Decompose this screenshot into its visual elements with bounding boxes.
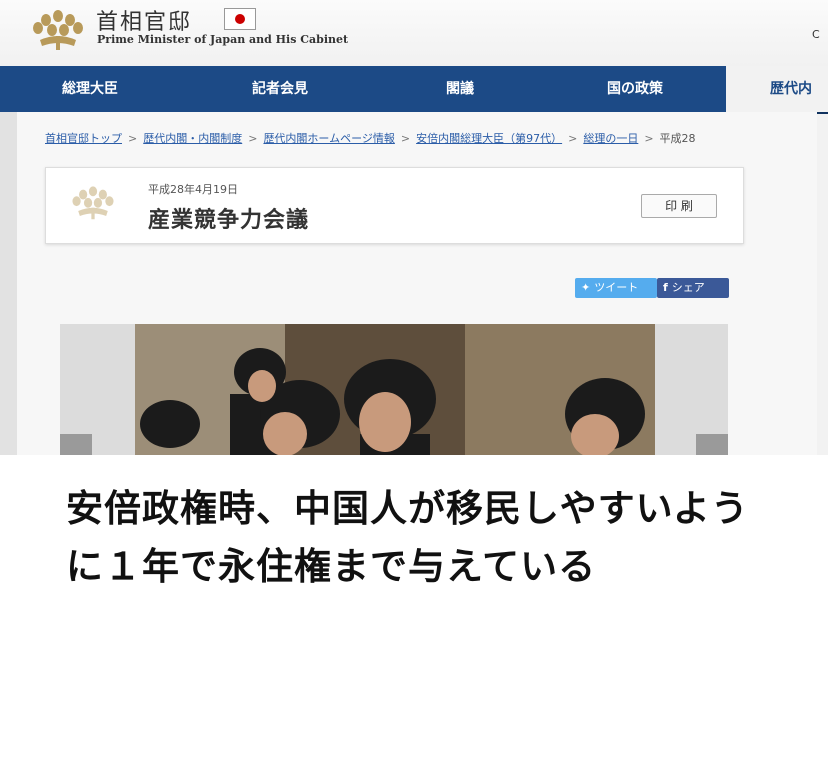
nav-item-past-cabinets[interactable]: 歴代内 xyxy=(726,66,828,112)
website-screenshot: 首相官邸 Prime Minister of Japan and His Cab… xyxy=(0,0,828,455)
meeting-photo xyxy=(135,324,655,455)
left-page-edge xyxy=(0,112,17,455)
nav-item-prime-minister[interactable]: 総理大臣 xyxy=(0,66,180,112)
breadcrumb-separator: > xyxy=(400,132,411,145)
breadcrumb-separator: > xyxy=(644,132,654,145)
breadcrumb-separator: > xyxy=(568,132,578,145)
article-date: 平成28年4月19日 xyxy=(148,183,238,196)
nav-item-cabinet-meeting[interactable]: 閣議 xyxy=(370,66,550,112)
nav-item-press-conference[interactable]: 記者会見 xyxy=(190,66,370,112)
carousel-prev-arrow[interactable] xyxy=(60,434,92,455)
breadcrumb-item-homepage-info[interactable]: 歴代内閣ホームページ情報 xyxy=(263,132,394,145)
government-seal-logo xyxy=(33,10,83,50)
print-button[interactable]: 印 刷 xyxy=(641,194,717,218)
breadcrumb-separator: > xyxy=(128,132,138,145)
twitter-bird-icon: ✦ xyxy=(581,281,591,294)
facebook-share-button[interactable]: f シェア xyxy=(657,278,729,298)
site-header: 首相官邸 Prime Minister of Japan and His Cab… xyxy=(0,0,828,66)
facebook-f-icon: f xyxy=(663,281,668,294)
site-subtitle: Prime Minister of Japan and His Cabinet xyxy=(97,33,349,46)
tweet-label: ツイート xyxy=(594,281,639,294)
government-seal-icon xyxy=(72,186,114,220)
breadcrumb-item-pm-day[interactable]: 総理の一日 xyxy=(583,132,638,145)
breadcrumb-item-top[interactable]: 首相官邸トップ xyxy=(45,132,122,145)
breadcrumb-item-abe-cabinet[interactable]: 安倍内閣総理大臣（第97代） xyxy=(416,132,562,145)
overlay-caption: 安倍政権時、中国人が移民しやすいように１年で永住権まで与えている xyxy=(66,487,749,588)
carousel-next-arrow[interactable] xyxy=(696,434,728,455)
japan-flag-icon xyxy=(224,8,256,30)
tweet-button[interactable]: ✦ ツイート xyxy=(575,278,657,298)
breadcrumb-separator: > xyxy=(248,132,258,145)
breadcrumb: 首相官邸トップ > 歴代内閣・内閣制度 > 歴代内閣ホームページ情報 > 安倍内閣総理大臣（… xyxy=(45,130,696,146)
article-title-card: 平成28年4月19日 産業競争力会議 印 刷 xyxy=(45,167,744,244)
site-title[interactable]: 首相官邸 xyxy=(96,4,192,36)
nav-item-national-policy[interactable]: 国の政策 xyxy=(545,66,725,112)
facebook-share-label: シェア xyxy=(671,281,705,294)
breadcrumb-item-current: 平成28 xyxy=(659,132,696,145)
main-navigation: 総理大臣 記者会見 閣議 国の政策 歴代内 xyxy=(0,66,828,114)
header-edge-text: C xyxy=(812,28,820,41)
breadcrumb-item-cabinets[interactable]: 歴代内閣・内閣制度 xyxy=(143,132,242,145)
article-title: 産業競争力会議 xyxy=(148,208,310,233)
